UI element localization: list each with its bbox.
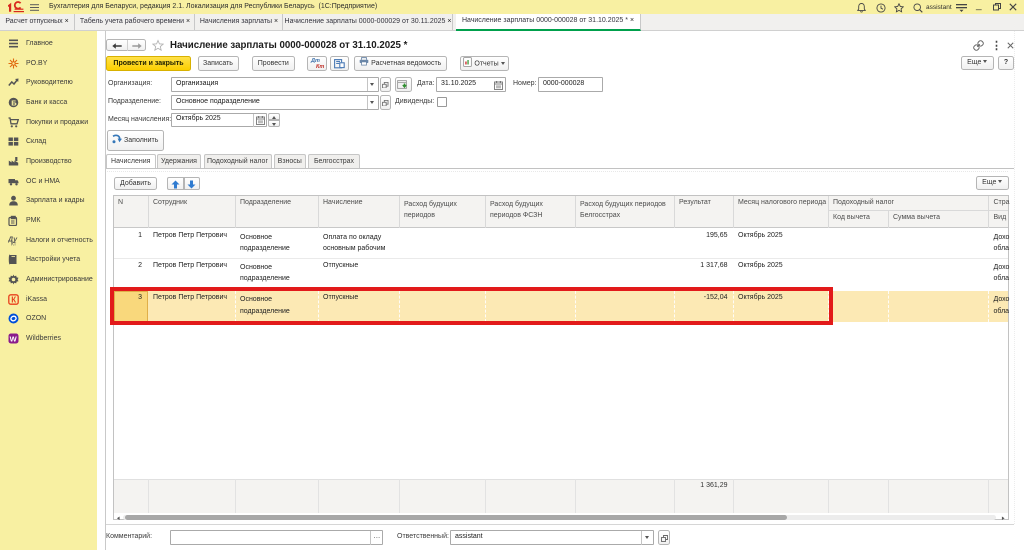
svg-text:Б: Б [11,98,17,107]
svg-text:Кт: Кт [11,241,17,246]
svg-text:W: W [10,334,18,343]
svg-text:К: К [11,295,16,304]
